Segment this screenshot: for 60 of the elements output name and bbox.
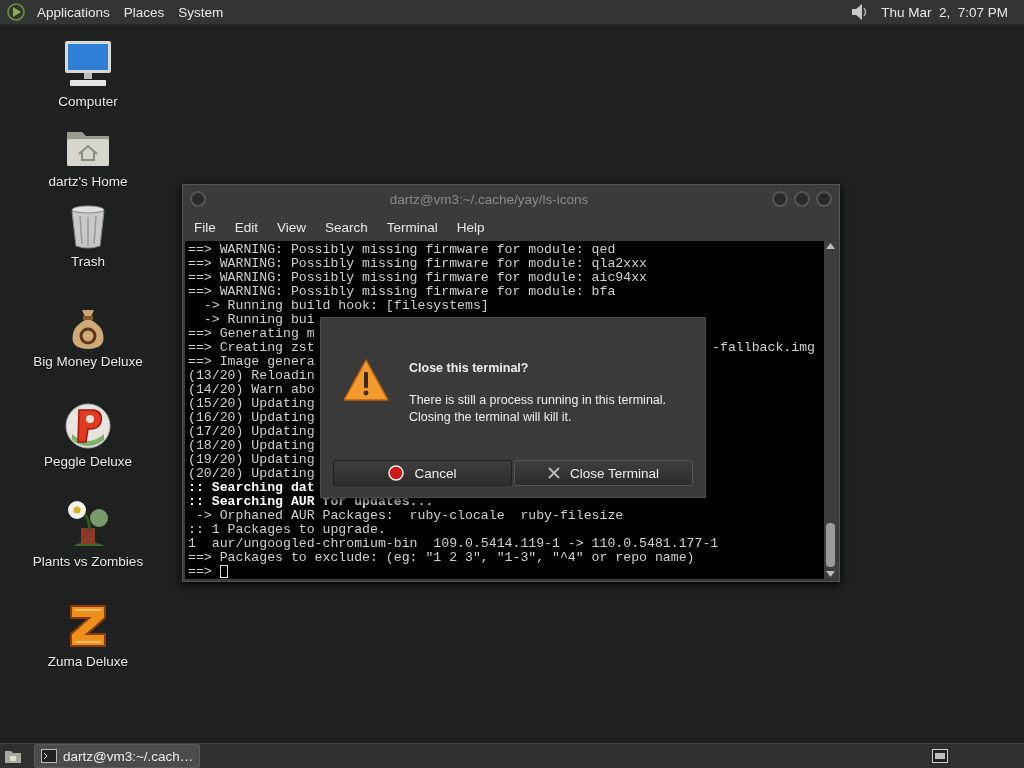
launcher-icon[interactable] [6,2,26,22]
terminal-line: (17/20) Updating [188,424,315,439]
dialog-message: There is still a process running in this terminal. Closing the terminal will kill it. [409,392,667,426]
terminal-line: ==> Creating zst [188,340,315,355]
menu-item[interactable]: Help [449,216,492,238]
terminal-line: -> Running bui [202,312,315,327]
terminal-line: (15/20) Updating [188,396,315,411]
menu-item[interactable]: View [270,216,314,238]
terminal-line: (20/20) Updating [188,466,315,481]
scroll-up-icon[interactable] [826,243,835,249]
terminal-line: 1 aur/ungoogled-chromium-bin 109.0.5414.119-1 -> 110.0.5481.177-1 [188,536,719,551]
terminal-icon [41,749,57,763]
close-icon [547,467,560,479]
desktop-icon-label[interactable]: Computer [58,94,118,109]
terminal-line: :: Searching dat [188,480,315,495]
panel-menu[interactable]: Places [120,2,168,22]
dialog-title: Close this terminal? [409,361,530,375]
terminal-line: ==> Packages to exclude: (eg: "1 2 3", "1-3", "^4" or repo name) [188,550,695,565]
close-terminal-button[interactable]: Close Terminal [514,460,693,486]
taskbar-button[interactable]: dartz@vm3:~/.cach… [34,744,201,768]
show-desktop-icon[interactable] [4,748,22,764]
desktop-icon-label[interactable]: dartz's Home [48,174,128,189]
terminal-line: ==> WARNING: Possibly missing firmware for module: qla2xxx [188,256,647,271]
desktop-icon-label[interactable]: Peggle Deluxe [44,454,132,469]
panel-menu[interactable]: Applications [34,2,113,22]
clock[interactable]: Thu Mar 2, 7:07 PM [881,4,1008,20]
stop-icon [388,465,405,481]
terminal-line: ==> WARNING: Possibly missing firmware for module: aic94xx [188,270,647,285]
desktop-icon-label[interactable]: Trash [71,254,105,269]
terminal-line: -fallback.img [712,341,815,355]
menu-item[interactable]: File [187,216,223,238]
cancel-button[interactable]: Cancel [333,460,512,486]
terminal-line: :: 1 Packages to upgrade. [188,522,386,537]
terminal-line: (14/20) Warn abo [188,382,315,397]
terminal-line: -> Running build hook: [filesystems] [202,298,489,313]
menu-item[interactable]: Terminal [379,216,445,238]
peggle-icon [64,402,112,450]
menu-item[interactable]: Search [318,216,375,238]
zuma-icon [67,602,109,650]
terminal-line: ==> [188,564,213,579]
terminal-line: (13/20) Reloadin [188,368,315,383]
panel-menu[interactable]: System [175,2,227,22]
terminal-line: ==> Generating m [188,326,315,341]
scroll-down-icon[interactable] [826,571,835,577]
workspace-icon[interactable] [932,749,948,763]
desktop-icon-label[interactable]: Big Money Deluxe [33,354,143,369]
terminal-line: (18/20) Updating [188,438,315,453]
terminal-line: ==> WARNING: Possibly missing firmware for module: bfa [188,284,616,299]
window-title: dartz@vm3:~/.cache/yay/ls-icons [388,191,590,207]
scrollbar-thumb[interactable] [826,523,835,567]
menu-item[interactable]: Edit [227,216,266,238]
terminal-line: ==> WARNING: Possibly missing firmware for module: qed [188,242,616,257]
trash-icon [68,204,108,250]
terminal-line: -> Orphaned AUR Packages: ruby-clocale ruby-filesize [194,508,624,523]
desktop-icon-label[interactable]: Zuma Deluxe [47,654,129,669]
terminal-line: (16/20) Updating [188,410,315,425]
terminal-line: (19/20) Updating [188,452,315,467]
warning-icon [343,358,389,402]
terminal-line: ==> Image genera [188,354,315,369]
desktop-icon-label[interactable]: Plants vs Zombies [32,554,144,569]
